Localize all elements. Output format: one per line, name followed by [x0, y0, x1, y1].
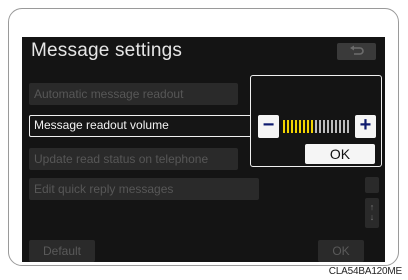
- volume-bar: [323, 120, 325, 133]
- menu-item-label: Automatic message readout: [34, 87, 184, 101]
- volume-bar: [311, 120, 313, 133]
- volume-bar: [287, 120, 289, 133]
- volume-bar: [303, 120, 305, 133]
- volume-bar: [339, 120, 341, 133]
- menu-item-edit-quick-reply[interactable]: Edit quick reply messages: [29, 178, 259, 200]
- menu-item-update-read-status[interactable]: Update read status on telephone: [29, 148, 238, 170]
- default-button-label: Default: [42, 244, 82, 258]
- scroll-down-button[interactable]: ↑ ↓: [365, 198, 379, 228]
- volume-bar: [335, 120, 337, 133]
- volume-minus-button[interactable]: −: [258, 115, 279, 138]
- volume-bar: [299, 120, 301, 133]
- volume-bar: [291, 120, 293, 133]
- ok-button-label: OK: [332, 244, 350, 258]
- menu-item-readout-volume[interactable]: Message readout volume: [29, 115, 259, 137]
- volume-control: − +: [258, 115, 376, 139]
- volume-plus-button[interactable]: +: [355, 115, 376, 138]
- page-title: Message settings: [31, 40, 183, 61]
- default-button[interactable]: Default: [29, 240, 95, 262]
- back-button[interactable]: [337, 43, 376, 60]
- volume-bar: [347, 120, 349, 133]
- minus-icon: −: [262, 114, 275, 136]
- volume-bar: [331, 120, 333, 133]
- scroll-up-button[interactable]: [365, 177, 379, 193]
- volume-level-bars[interactable]: [283, 120, 351, 133]
- menu-item-label: Message readout volume: [34, 118, 169, 132]
- volume-bar: [283, 120, 285, 133]
- popup-ok-label: OK: [329, 146, 351, 162]
- figure-code: CLA54BA120ME: [328, 266, 402, 277]
- display-screen: Message settings Automatic message reado…: [22, 37, 385, 262]
- volume-bar: [319, 120, 321, 133]
- volume-bar: [343, 120, 345, 133]
- menu-item-automatic-readout[interactable]: Automatic message readout: [29, 83, 238, 105]
- scroll-arrows-icon: ↑ ↓: [369, 202, 375, 222]
- ok-button[interactable]: OK: [318, 240, 364, 262]
- menu-item-label: Update read status on telephone: [34, 152, 209, 166]
- volume-bar: [327, 120, 329, 133]
- volume-bar: [307, 120, 309, 133]
- menu-item-label: Edit quick reply messages: [34, 182, 174, 196]
- popup-ok-button[interactable]: OK: [305, 144, 375, 164]
- back-arrow-icon: [350, 45, 364, 55]
- volume-popup: − + OK: [250, 75, 382, 167]
- volume-bar: [295, 120, 297, 133]
- volume-bar: [315, 120, 317, 133]
- plus-icon: +: [359, 114, 372, 136]
